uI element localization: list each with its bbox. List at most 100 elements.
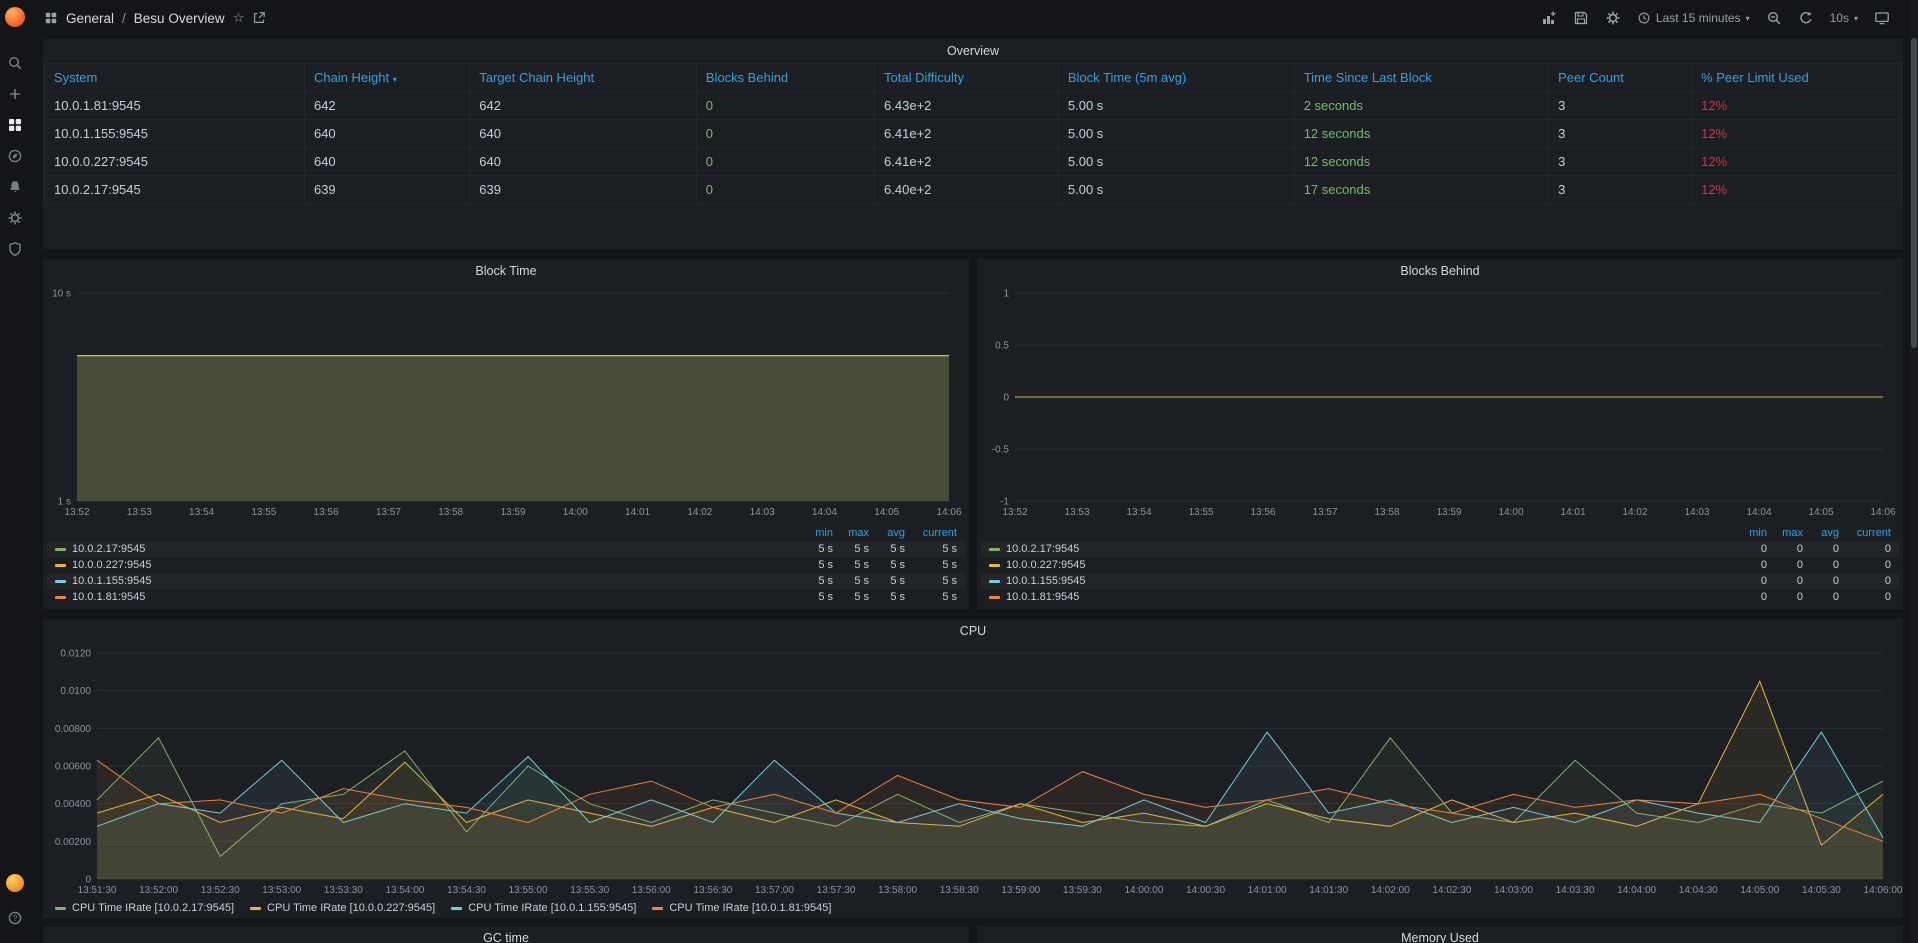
- series-color-icon: [55, 580, 66, 583]
- legend-stat-header[interactable]: min: [797, 527, 833, 539]
- legend-value: 0: [1767, 559, 1803, 571]
- panel-title[interactable]: CPU: [43, 619, 1903, 643]
- legend-stat-header[interactable]: avg: [1803, 527, 1839, 539]
- svg-text:14:02:00: 14:02:00: [1371, 885, 1410, 896]
- block-time-chart[interactable]: 10 s1 s13:5213:5313:5413:5513:5613:5713:…: [47, 285, 965, 519]
- table-cell: 6.43e+2: [875, 92, 1059, 120]
- create-icon[interactable]: [0, 78, 30, 109]
- search-icon[interactable]: [0, 47, 30, 78]
- legend-row[interactable]: 10.0.0.227:95450000: [981, 557, 1899, 573]
- table-header-cell[interactable]: Chain Height ▾: [305, 64, 470, 92]
- legend-row[interactable]: 10.0.0.227:95455 s5 s5 s5 s: [47, 557, 965, 573]
- svg-text:13:57:30: 13:57:30: [817, 885, 856, 896]
- svg-text:13:52:30: 13:52:30: [201, 885, 240, 896]
- panel-block-time: Block Time 10 s1 s13:5213:5313:5413:5513…: [43, 259, 969, 609]
- legend-stat-header[interactable]: min: [1731, 527, 1767, 539]
- legend-value: 0: [1731, 559, 1767, 571]
- series-color-icon: [989, 548, 1000, 551]
- legend-value: 5 s: [869, 575, 905, 587]
- table-header-cell[interactable]: Blocks Behind: [697, 64, 875, 92]
- help-icon[interactable]: ?: [0, 902, 30, 933]
- table-cell: 640: [305, 120, 470, 148]
- legend-value: 5 s: [833, 575, 869, 587]
- legend-row[interactable]: 10.0.1.81:95450000: [981, 589, 1899, 605]
- alerting-icon[interactable]: [0, 171, 30, 202]
- time-picker[interactable]: Last 15 minutes ▾: [1631, 7, 1756, 29]
- breadcrumb-folder[interactable]: General: [66, 11, 114, 26]
- legend-value: 0: [1803, 559, 1839, 571]
- table-header-cell[interactable]: % Peer Limit Used: [1692, 64, 1902, 92]
- table-header-cell[interactable]: Time Since Last Block: [1295, 64, 1549, 92]
- legend-value: 0: [1839, 575, 1891, 587]
- blocks-behind-legend: minmaxavgcurrent 10.0.2.17:9545000010.0.0…: [981, 525, 1899, 605]
- legend-row[interactable]: 10.0.1.155:95455 s5 s5 s5 s: [47, 573, 965, 589]
- panel-title[interactable]: GC time: [43, 926, 969, 943]
- dashboards-icon[interactable]: [0, 109, 30, 140]
- table-header-cell[interactable]: Total Difficulty: [875, 64, 1059, 92]
- table-cell: 12%: [1692, 120, 1902, 148]
- user-avatar[interactable]: [6, 874, 24, 892]
- scrollbar-thumb[interactable]: [1911, 38, 1917, 348]
- legend-stat-header[interactable]: max: [833, 527, 869, 539]
- add-panel-icon[interactable]: [1535, 6, 1563, 30]
- save-icon[interactable]: [1567, 6, 1595, 30]
- svg-text:14:01: 14:01: [1560, 507, 1585, 518]
- table-header-cell[interactable]: Peer Count: [1549, 64, 1692, 92]
- legend-stat-header[interactable]: current: [1839, 527, 1891, 539]
- explore-icon[interactable]: [0, 140, 30, 171]
- refresh-interval-picker[interactable]: 10s ▾: [1824, 7, 1864, 29]
- legend-item[interactable]: CPU Time IRate [10.0.1.155:9545]: [451, 902, 636, 914]
- panel-title[interactable]: Memory Used: [977, 926, 1903, 943]
- svg-text:-0.5: -0.5: [992, 445, 1010, 456]
- series-color-icon: [55, 548, 66, 551]
- legend-row[interactable]: 10.0.2.17:95455 s5 s5 s5 s: [47, 541, 965, 557]
- legend-row[interactable]: 10.0.2.17:95450000: [981, 541, 1899, 557]
- svg-text:14:04: 14:04: [1746, 507, 1771, 518]
- svg-text:13:51:30: 13:51:30: [78, 885, 117, 896]
- table-header-cell[interactable]: Block Time (5m avg): [1059, 64, 1295, 92]
- table-cell: 6.41e+2: [875, 120, 1059, 148]
- blocks-behind-chart[interactable]: 10.50-0.5-113:5213:5313:5413:5513:5613:5…: [981, 285, 1899, 519]
- legend-item[interactable]: CPU Time IRate [10.0.0.227:9545]: [250, 902, 435, 914]
- refresh-icon[interactable]: [1792, 6, 1820, 30]
- panel-title[interactable]: Blocks Behind: [977, 259, 1903, 283]
- legend-row[interactable]: 10.0.1.155:95450000: [981, 573, 1899, 589]
- breadcrumb-title[interactable]: Besu Overview: [134, 11, 225, 26]
- legend-stat-header[interactable]: avg: [869, 527, 905, 539]
- legend-row[interactable]: 10.0.1.81:95455 s5 s5 s5 s: [47, 589, 965, 605]
- panel-overview: Overview SystemChain Height ▾Target Chai…: [43, 39, 1903, 249]
- series-color-icon: [250, 907, 261, 910]
- series-color-icon: [652, 907, 663, 910]
- svg-text:14:03: 14:03: [1684, 507, 1709, 518]
- svg-text:?: ?: [13, 914, 18, 923]
- server-admin-icon[interactable]: [0, 233, 30, 264]
- svg-text:13:58:00: 13:58:00: [878, 885, 917, 896]
- legend-stat-header[interactable]: current: [905, 527, 957, 539]
- svg-text:13:56:30: 13:56:30: [693, 885, 732, 896]
- svg-text:14:05:30: 14:05:30: [1802, 885, 1841, 896]
- table-header-cell[interactable]: System: [45, 64, 305, 92]
- table-cell: 0: [697, 148, 875, 176]
- legend-stat-header[interactable]: max: [1767, 527, 1803, 539]
- panel-title[interactable]: Block Time: [43, 259, 969, 283]
- table-cell: 10.0.2.17:9545: [45, 176, 305, 204]
- zoom-out-icon[interactable]: [1760, 6, 1788, 30]
- grafana-logo-icon[interactable]: [5, 7, 25, 27]
- series-color-icon: [55, 907, 66, 910]
- legend-item[interactable]: CPU Time IRate [10.0.2.17:9545]: [55, 902, 234, 914]
- dashboard-crumb-icon: [44, 11, 58, 25]
- settings-icon[interactable]: [1599, 6, 1627, 30]
- svg-text:13:59:30: 13:59:30: [1063, 885, 1102, 896]
- svg-text:13:57: 13:57: [1312, 507, 1337, 518]
- legend-item[interactable]: CPU Time IRate [10.0.1.81:9545]: [652, 902, 831, 914]
- configuration-icon[interactable]: [0, 202, 30, 233]
- cpu-chart[interactable]: 0.01200.01000.008000.006000.004000.00200…: [47, 645, 1899, 897]
- panel-title[interactable]: Overview: [43, 39, 1903, 63]
- star-icon[interactable]: ☆: [233, 11, 245, 26]
- table-header-cell[interactable]: Target Chain Height: [470, 64, 697, 92]
- cycle-view-icon[interactable]: [1868, 6, 1896, 30]
- table-cell: 3: [1549, 176, 1692, 204]
- share-icon[interactable]: [252, 11, 266, 25]
- svg-text:13:52:00: 13:52:00: [139, 885, 178, 896]
- table-cell: 12%: [1692, 148, 1902, 176]
